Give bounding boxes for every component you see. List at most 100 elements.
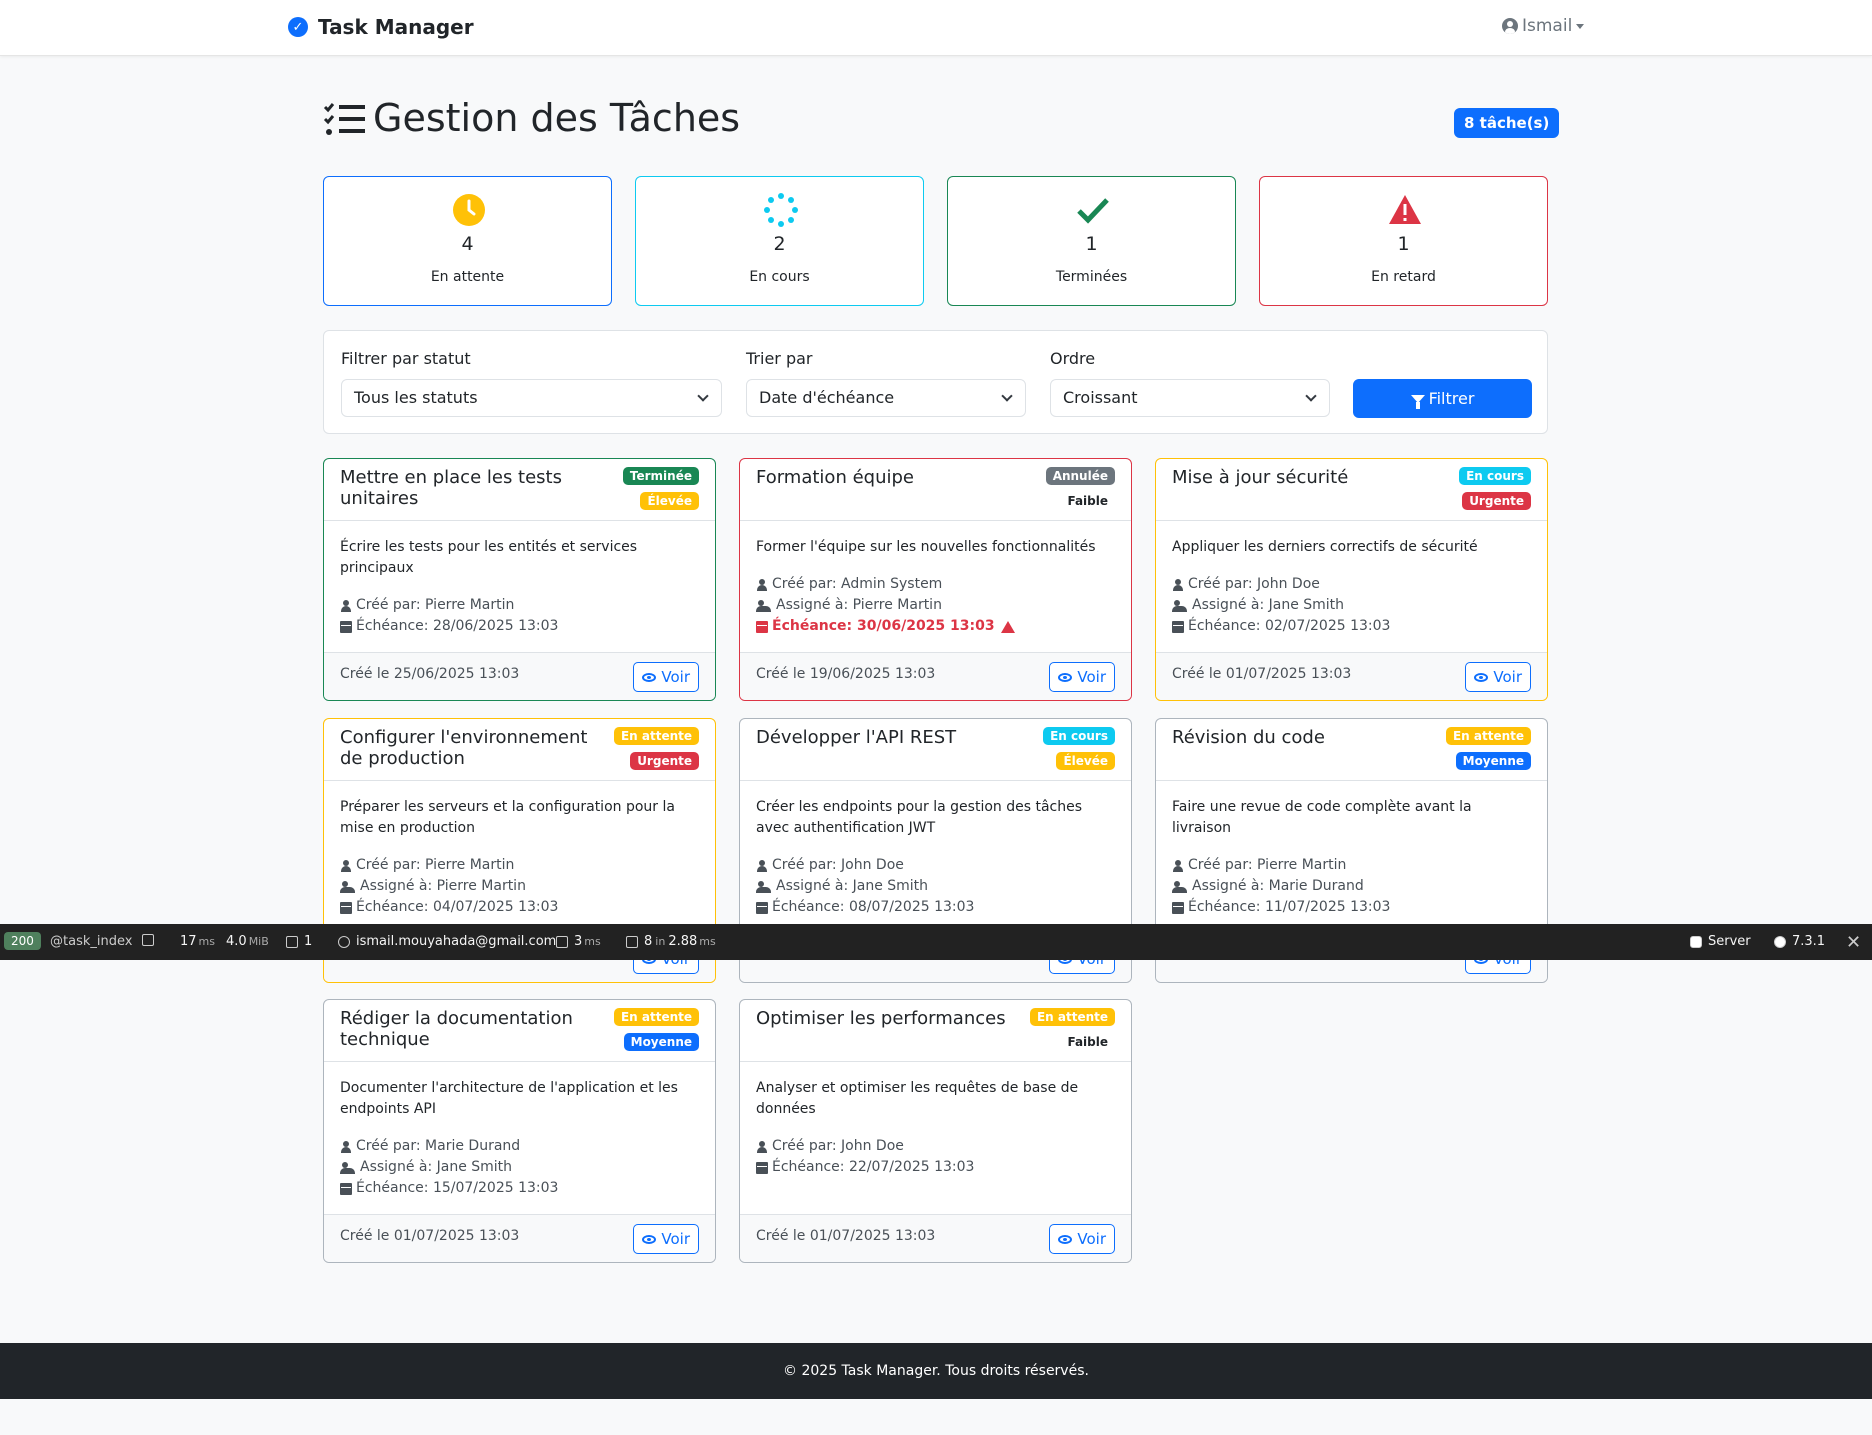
- task-card-footer: Créé le 25/06/2025 13:03 Voir: [324, 652, 715, 700]
- task-description: Former l'équipe sur les nouvelles foncti…: [756, 539, 1096, 555]
- task-creator: Créé par: Marie Durand: [340, 1136, 700, 1157]
- symfony-version[interactable]: 7.3.1: [1774, 934, 1825, 949]
- request-time[interactable]: 17 ms: [180, 934, 215, 949]
- status-badge: En attente: [613, 727, 699, 745]
- task-creator: Créé par: Admin System: [756, 574, 1116, 595]
- task-card-body: Écrire les tests pour les entités et ser…: [340, 537, 700, 637]
- warning-icon: [1000, 620, 1015, 633]
- view-task-button[interactable]: Voir: [1049, 1224, 1115, 1254]
- brand-name: Task Manager: [318, 15, 474, 39]
- stat-value: 1: [1397, 233, 1410, 255]
- task-card-body: Créer les endpoints pour la gestion des …: [756, 797, 1116, 918]
- priority-badge: Urgente: [630, 752, 699, 770]
- time-unit: ms: [198, 935, 215, 948]
- task-card-footer: Créé le 01/07/2025 13:03 Voir: [740, 1214, 1131, 1262]
- calendar-icon: [340, 1182, 352, 1195]
- user-tag-icon: [340, 1161, 356, 1174]
- task-assignee-text: Assigné à: Pierre Martin: [776, 597, 942, 613]
- task-due-text: Échéance: 22/07/2025 13:03: [772, 1159, 975, 1175]
- task-creator-text: Créé par: John Doe: [772, 1138, 904, 1154]
- view-task-label: Voir: [1077, 668, 1106, 686]
- brand-link[interactable]: ✓ Task Manager: [288, 15, 474, 39]
- task-assignee-text: Assigné à: Pierre Martin: [360, 878, 526, 894]
- task-assignee: Assigné à: Pierre Martin: [340, 876, 700, 897]
- version-label: 7.3.1: [1792, 934, 1826, 949]
- filter-icon: [1410, 394, 1425, 409]
- sort-select[interactable]: Date d'échéance: [746, 379, 1026, 417]
- calendar-icon: [1172, 901, 1184, 914]
- task-card: Rédiger la documentation technique En att…: [323, 999, 716, 1263]
- route-name[interactable]: @task_index: [50, 934, 132, 949]
- ghost-icon[interactable]: [142, 934, 160, 946]
- task-assignee-text: Assigné à: Marie Durand: [1192, 878, 1364, 894]
- priority-badge: Élevée: [640, 492, 699, 510]
- task-card-body: Préparer les serveurs et la configuratio…: [340, 797, 700, 918]
- view-task-button[interactable]: Voir: [1465, 662, 1531, 692]
- database-icon: [626, 935, 638, 948]
- twig-panel[interactable]: 1: [286, 934, 312, 949]
- user-icon: [1172, 578, 1184, 591]
- user-tag-icon: [1172, 599, 1188, 612]
- task-count-badge: 8 tâche(s): [1454, 108, 1560, 138]
- task-creator-text: Créé par: John Doe: [1188, 576, 1320, 592]
- events-icon: [556, 935, 568, 948]
- view-task-button[interactable]: Voir: [1049, 662, 1115, 692]
- task-created-at: Créé le 01/07/2025 13:03: [1172, 666, 1352, 682]
- task-assignee: Assigné à: Jane Smith: [340, 1157, 700, 1178]
- stat-label: En cours: [749, 269, 810, 285]
- task-creator: Créé par: Pierre Martin: [340, 855, 700, 876]
- task-card-body: Documenter l'architecture de l'applicati…: [340, 1078, 700, 1199]
- chevron-down-icon: [697, 390, 709, 402]
- db-queries: 8: [644, 934, 653, 949]
- priority-badge: Urgente: [1462, 492, 1531, 510]
- task-card-header: Formation équipe Annulée Faible: [740, 459, 1131, 521]
- task-assignee: Assigné à: Jane Smith: [1172, 595, 1532, 616]
- stat-value: 1: [1085, 233, 1098, 255]
- filter-form: Filtrer par statut Tous les statuts Trie…: [323, 330, 1548, 434]
- chevron-down-icon: [1001, 390, 1013, 402]
- server-label: Server: [1708, 934, 1751, 949]
- status-filter-select[interactable]: Tous les statuts: [341, 379, 722, 417]
- status-code-badge[interactable]: 200: [4, 932, 41, 950]
- order-value: Croissant: [1063, 388, 1138, 407]
- task-created-at: Créé le 19/06/2025 13:03: [756, 666, 936, 682]
- db-in: in: [655, 935, 666, 948]
- view-task-label: Voir: [1077, 1230, 1106, 1248]
- task-creator-text: Créé par: Marie Durand: [356, 1138, 521, 1154]
- task-assignee: Assigné à: Pierre Martin: [756, 595, 1116, 616]
- close-icon[interactable]: ✕: [1846, 932, 1861, 953]
- user-icon: [340, 1140, 352, 1153]
- task-creator-text: Créé par: Admin System: [772, 576, 943, 592]
- memory-usage[interactable]: 4.0 MiB: [226, 934, 269, 949]
- task-title: Rédiger la documentation technique: [340, 1008, 573, 1050]
- task-card-footer: Créé le 01/07/2025 13:03 Voir: [324, 1214, 715, 1262]
- priority-badge: Faible: [1067, 494, 1108, 508]
- server-panel[interactable]: Server: [1690, 934, 1751, 949]
- task-title: Formation équipe: [756, 467, 914, 488]
- user-menu[interactable]: Ismail: [1502, 16, 1585, 36]
- user-icon: [1172, 859, 1184, 872]
- check-circle-icon: ✓: [288, 17, 308, 37]
- task-card-body: Appliquer les derniers correctifs de séc…: [1172, 537, 1532, 637]
- db-unit: ms: [699, 935, 716, 948]
- time-value: 17: [180, 934, 197, 949]
- user-tag-icon: [1172, 880, 1188, 893]
- task-title: Révision du code: [1172, 727, 1325, 748]
- order-select[interactable]: Croissant: [1050, 379, 1330, 417]
- task-card-header: Développer l'API REST En cours Élevée: [740, 719, 1131, 781]
- status-badge: En cours: [1043, 727, 1115, 745]
- eye-icon: [642, 672, 657, 682]
- view-task-button[interactable]: Voir: [633, 1224, 699, 1254]
- database-panel[interactable]: 8 in 2.88 ms: [626, 934, 716, 949]
- task-title: Mise à jour sécurité: [1172, 467, 1349, 488]
- ghost-shape: [142, 934, 154, 946]
- view-task-button[interactable]: Voir: [633, 662, 699, 692]
- security-panel[interactable]: ismail.mouyahada@gmail.com: [338, 934, 556, 949]
- events-panel[interactable]: 3 ms: [556, 934, 601, 949]
- status-badge: En attente: [613, 1008, 699, 1026]
- task-assignee-text: Assigné à: Jane Smith: [1192, 597, 1345, 613]
- user-tag-icon: [756, 880, 772, 893]
- task-title: Développer l'API REST: [756, 727, 957, 748]
- filter-button[interactable]: Filtrer: [1353, 379, 1532, 418]
- priority-badge: Moyenne: [1455, 752, 1531, 770]
